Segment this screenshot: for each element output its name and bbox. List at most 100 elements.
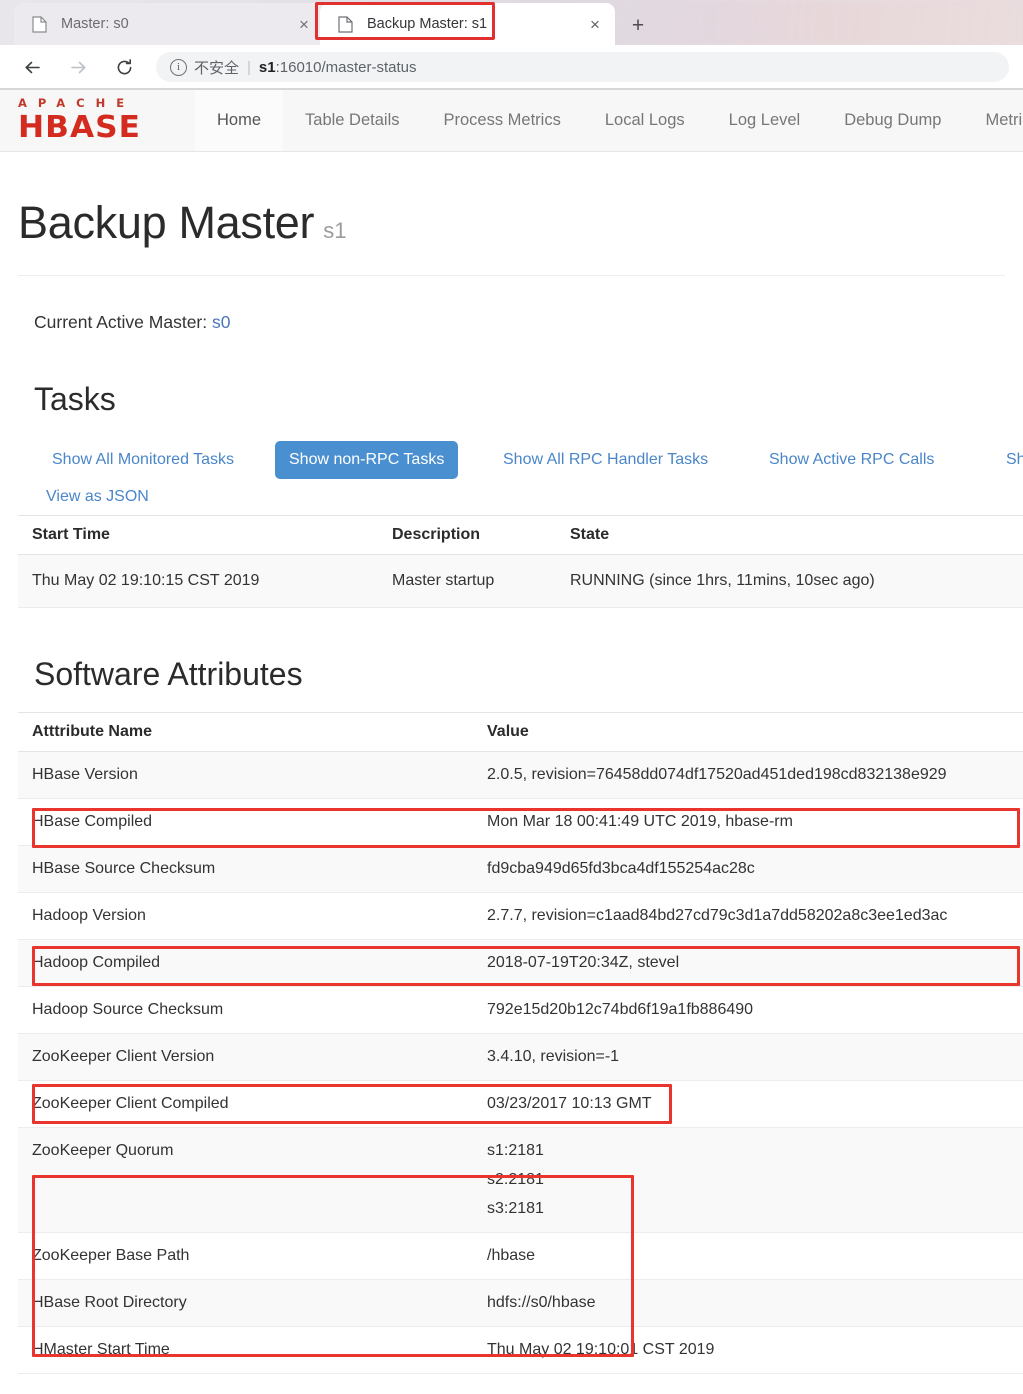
- tab-strip: Master: s0 × Backup Master: s1 × +: [0, 0, 1023, 45]
- tasks-col-description: Description: [378, 515, 556, 555]
- hbase-nav-items: Home Table Details Process Metrics Local…: [195, 90, 1023, 151]
- nav-item-metrics-dump[interactable]: Metri: [963, 90, 1023, 151]
- attr-value: hdfs://s0/hbase: [473, 1279, 1023, 1327]
- table-row: HBase Version 2.0.5, revision=76458dd074…: [18, 751, 1023, 799]
- software-attributes-table: Atttribute Name Value HBase Version 2.0.…: [18, 712, 1023, 1374]
- table-row: HBase Root Directory hdfs://s0/hbase: [18, 1279, 1023, 1327]
- reload-icon[interactable]: [106, 49, 142, 85]
- page-title-text: Backup Master: [18, 197, 315, 248]
- attr-value: Thu May 02 19:10:01 CST 2019: [473, 1326, 1023, 1374]
- attr-value: Mon Mar 18 00:41:49 UTC 2019, hbase-rm: [473, 798, 1023, 846]
- link-show-all-rpc-handler-tasks[interactable]: Show All RPC Handler Tasks: [489, 441, 722, 479]
- table-row: Hadoop Source Checksum 792e15d20b12c74bd…: [18, 986, 1023, 1034]
- task-description: Master startup: [378, 554, 556, 608]
- browser-tab-title: Master: s0: [61, 16, 129, 32]
- button-show-non-rpc-tasks[interactable]: Show non-RPC Tasks: [275, 441, 459, 479]
- tasks-filter-links: Show All Monitored Tasks Show non-RPC Ta…: [34, 441, 1023, 515]
- quorum-host-3: s3:2181: [487, 1200, 544, 1217]
- new-tab-button[interactable]: +: [624, 11, 652, 39]
- quorum-host-2: s2:2181: [487, 1171, 544, 1188]
- attr-name: HBase Compiled: [18, 798, 473, 846]
- close-icon[interactable]: ×: [583, 12, 607, 36]
- current-active-master-link[interactable]: s0: [212, 312, 230, 332]
- nav-item-home[interactable]: Home: [195, 90, 284, 151]
- page-title-subtext: s1: [323, 218, 347, 243]
- attr-name: HBase Root Directory: [18, 1279, 473, 1327]
- url-host: s1: [258, 58, 276, 76]
- current-active-master-label: Current Active Master:: [34, 312, 212, 332]
- nav-item-process-metrics[interactable]: Process Metrics: [421, 90, 582, 151]
- browser-tab-title: Backup Master: s1: [367, 16, 488, 32]
- task-state: RUNNING (since 1hrs, 11mins, 10sec ago): [556, 554, 1023, 608]
- hbase-logo[interactable]: APACHE HBASE: [0, 90, 195, 151]
- attr-value: 2.0.5, revision=76458dd074df17520ad451de…: [473, 751, 1023, 799]
- omnibox-separator: |: [247, 58, 251, 76]
- table-row: ZooKeeper Base Path /hbase: [18, 1232, 1023, 1280]
- link-show-all-monitored-tasks[interactable]: Show All Monitored Tasks: [38, 441, 248, 479]
- nav-item-table-details[interactable]: Table Details: [283, 90, 421, 151]
- page-icon: [32, 15, 48, 33]
- link-show-more-truncated[interactable]: Sho: [992, 441, 1023, 479]
- table-row: ZooKeeper Client Compiled 03/23/2017 10:…: [18, 1080, 1023, 1128]
- attr-value: fd9cba949d65fd3bca4df155254ac28c: [473, 845, 1023, 893]
- attr-name: Hadoop Version: [18, 892, 473, 940]
- page-icon: [338, 15, 354, 33]
- nav-item-local-logs[interactable]: Local Logs: [583, 90, 707, 151]
- table-row: Thu May 02 19:10:15 CST 2019 Master star…: [18, 554, 1023, 608]
- software-attributes-heading: Software Attributes: [34, 656, 303, 692]
- close-icon[interactable]: ×: [292, 12, 316, 36]
- tasks-col-state: State: [556, 515, 1023, 555]
- attr-col-value: Value: [473, 712, 1023, 752]
- table-row: Hadoop Compiled 2018-07-19T20:34Z, steve…: [18, 939, 1023, 987]
- url-path: :16010/master-status: [275, 58, 417, 76]
- task-start-time: Thu May 02 19:10:15 CST 2019: [18, 554, 378, 608]
- tasks-col-start-time: Start Time: [18, 515, 378, 555]
- attr-name: HBase Version: [18, 751, 473, 799]
- tasks-table: Start Time Description State Thu May 02 …: [18, 515, 1023, 608]
- attr-table-header-row: Atttribute Name Value: [18, 712, 1023, 752]
- page-title: Backup Master s1: [18, 200, 1023, 245]
- quorum-host-1: s1:2181: [487, 1142, 544, 1159]
- attr-name: ZooKeeper Client Compiled: [18, 1080, 473, 1128]
- table-row: HBase Compiled Mon Mar 18 00:41:49 UTC 2…: [18, 798, 1023, 846]
- nav-item-log-level[interactable]: Log Level: [707, 90, 823, 151]
- attr-name: ZooKeeper Quorum: [18, 1127, 473, 1233]
- attr-value: 3.4.10, revision=-1: [473, 1033, 1023, 1081]
- attr-name: HBase Source Checksum: [18, 845, 473, 893]
- browser-chrome: Master: s0 × Backup Master: s1 × + i 不安全…: [0, 0, 1023, 90]
- back-icon[interactable]: [14, 49, 50, 85]
- attr-value: 03/23/2017 10:13 GMT: [473, 1080, 1023, 1128]
- link-view-as-json[interactable]: View as JSON: [32, 478, 163, 516]
- attr-name: ZooKeeper Base Path: [18, 1232, 473, 1280]
- attr-name: Hadoop Compiled: [18, 939, 473, 987]
- info-circle-icon[interactable]: i: [170, 58, 187, 76]
- table-row: ZooKeeper Client Version 3.4.10, revisio…: [18, 1033, 1023, 1081]
- title-divider: [18, 275, 1005, 276]
- link-show-active-rpc-calls[interactable]: Show Active RPC Calls: [755, 441, 948, 479]
- browser-tab-backup-master-s1[interactable]: Backup Master: s1 ×: [320, 3, 615, 45]
- attr-value: 792e15d20b12c74bd6f19a1fb886490: [473, 986, 1023, 1034]
- attr-col-name: Atttribute Name: [18, 712, 473, 752]
- address-bar[interactable]: i 不安全 | s1 :16010/master-status: [156, 52, 1009, 82]
- table-row: ZooKeeper Quorum s1:2181 s2:2181 s3:2181: [18, 1127, 1023, 1233]
- attr-value-multiline: s1:2181 s2:2181 s3:2181: [473, 1127, 1023, 1233]
- browser-tab-master-s0[interactable]: Master: s0 ×: [14, 3, 324, 45]
- attr-name: HMaster Start Time: [18, 1326, 473, 1374]
- table-row: HBase Source Checksum fd9cba949d65fd3bca…: [18, 845, 1023, 893]
- tasks-table-header-row: Start Time Description State: [18, 515, 1023, 555]
- attr-name: Hadoop Source Checksum: [18, 986, 473, 1034]
- logo-hbase-text: HBASE: [18, 109, 142, 145]
- table-row: Hadoop Version 2.7.7, revision=c1aad84bd…: [18, 892, 1023, 940]
- forward-icon[interactable]: [60, 49, 96, 85]
- page-content: Backup Master s1 Current Active Master: s…: [0, 152, 1023, 1394]
- current-active-master: Current Active Master: s0: [34, 312, 1023, 333]
- tasks-heading: Tasks: [34, 381, 116, 417]
- attr-value: /hbase: [473, 1232, 1023, 1280]
- browser-toolbar: i 不安全 | s1 :16010/master-status: [0, 45, 1023, 89]
- table-row: HMaster Start Time Thu May 02 19:10:01 C…: [18, 1326, 1023, 1374]
- security-status-label: 不安全: [194, 59, 240, 77]
- nav-item-debug-dump[interactable]: Debug Dump: [822, 90, 963, 151]
- attr-name: ZooKeeper Client Version: [18, 1033, 473, 1081]
- blurred-background-decoration: [593, 0, 1023, 45]
- attr-value: 2018-07-19T20:34Z, stevel: [473, 939, 1023, 987]
